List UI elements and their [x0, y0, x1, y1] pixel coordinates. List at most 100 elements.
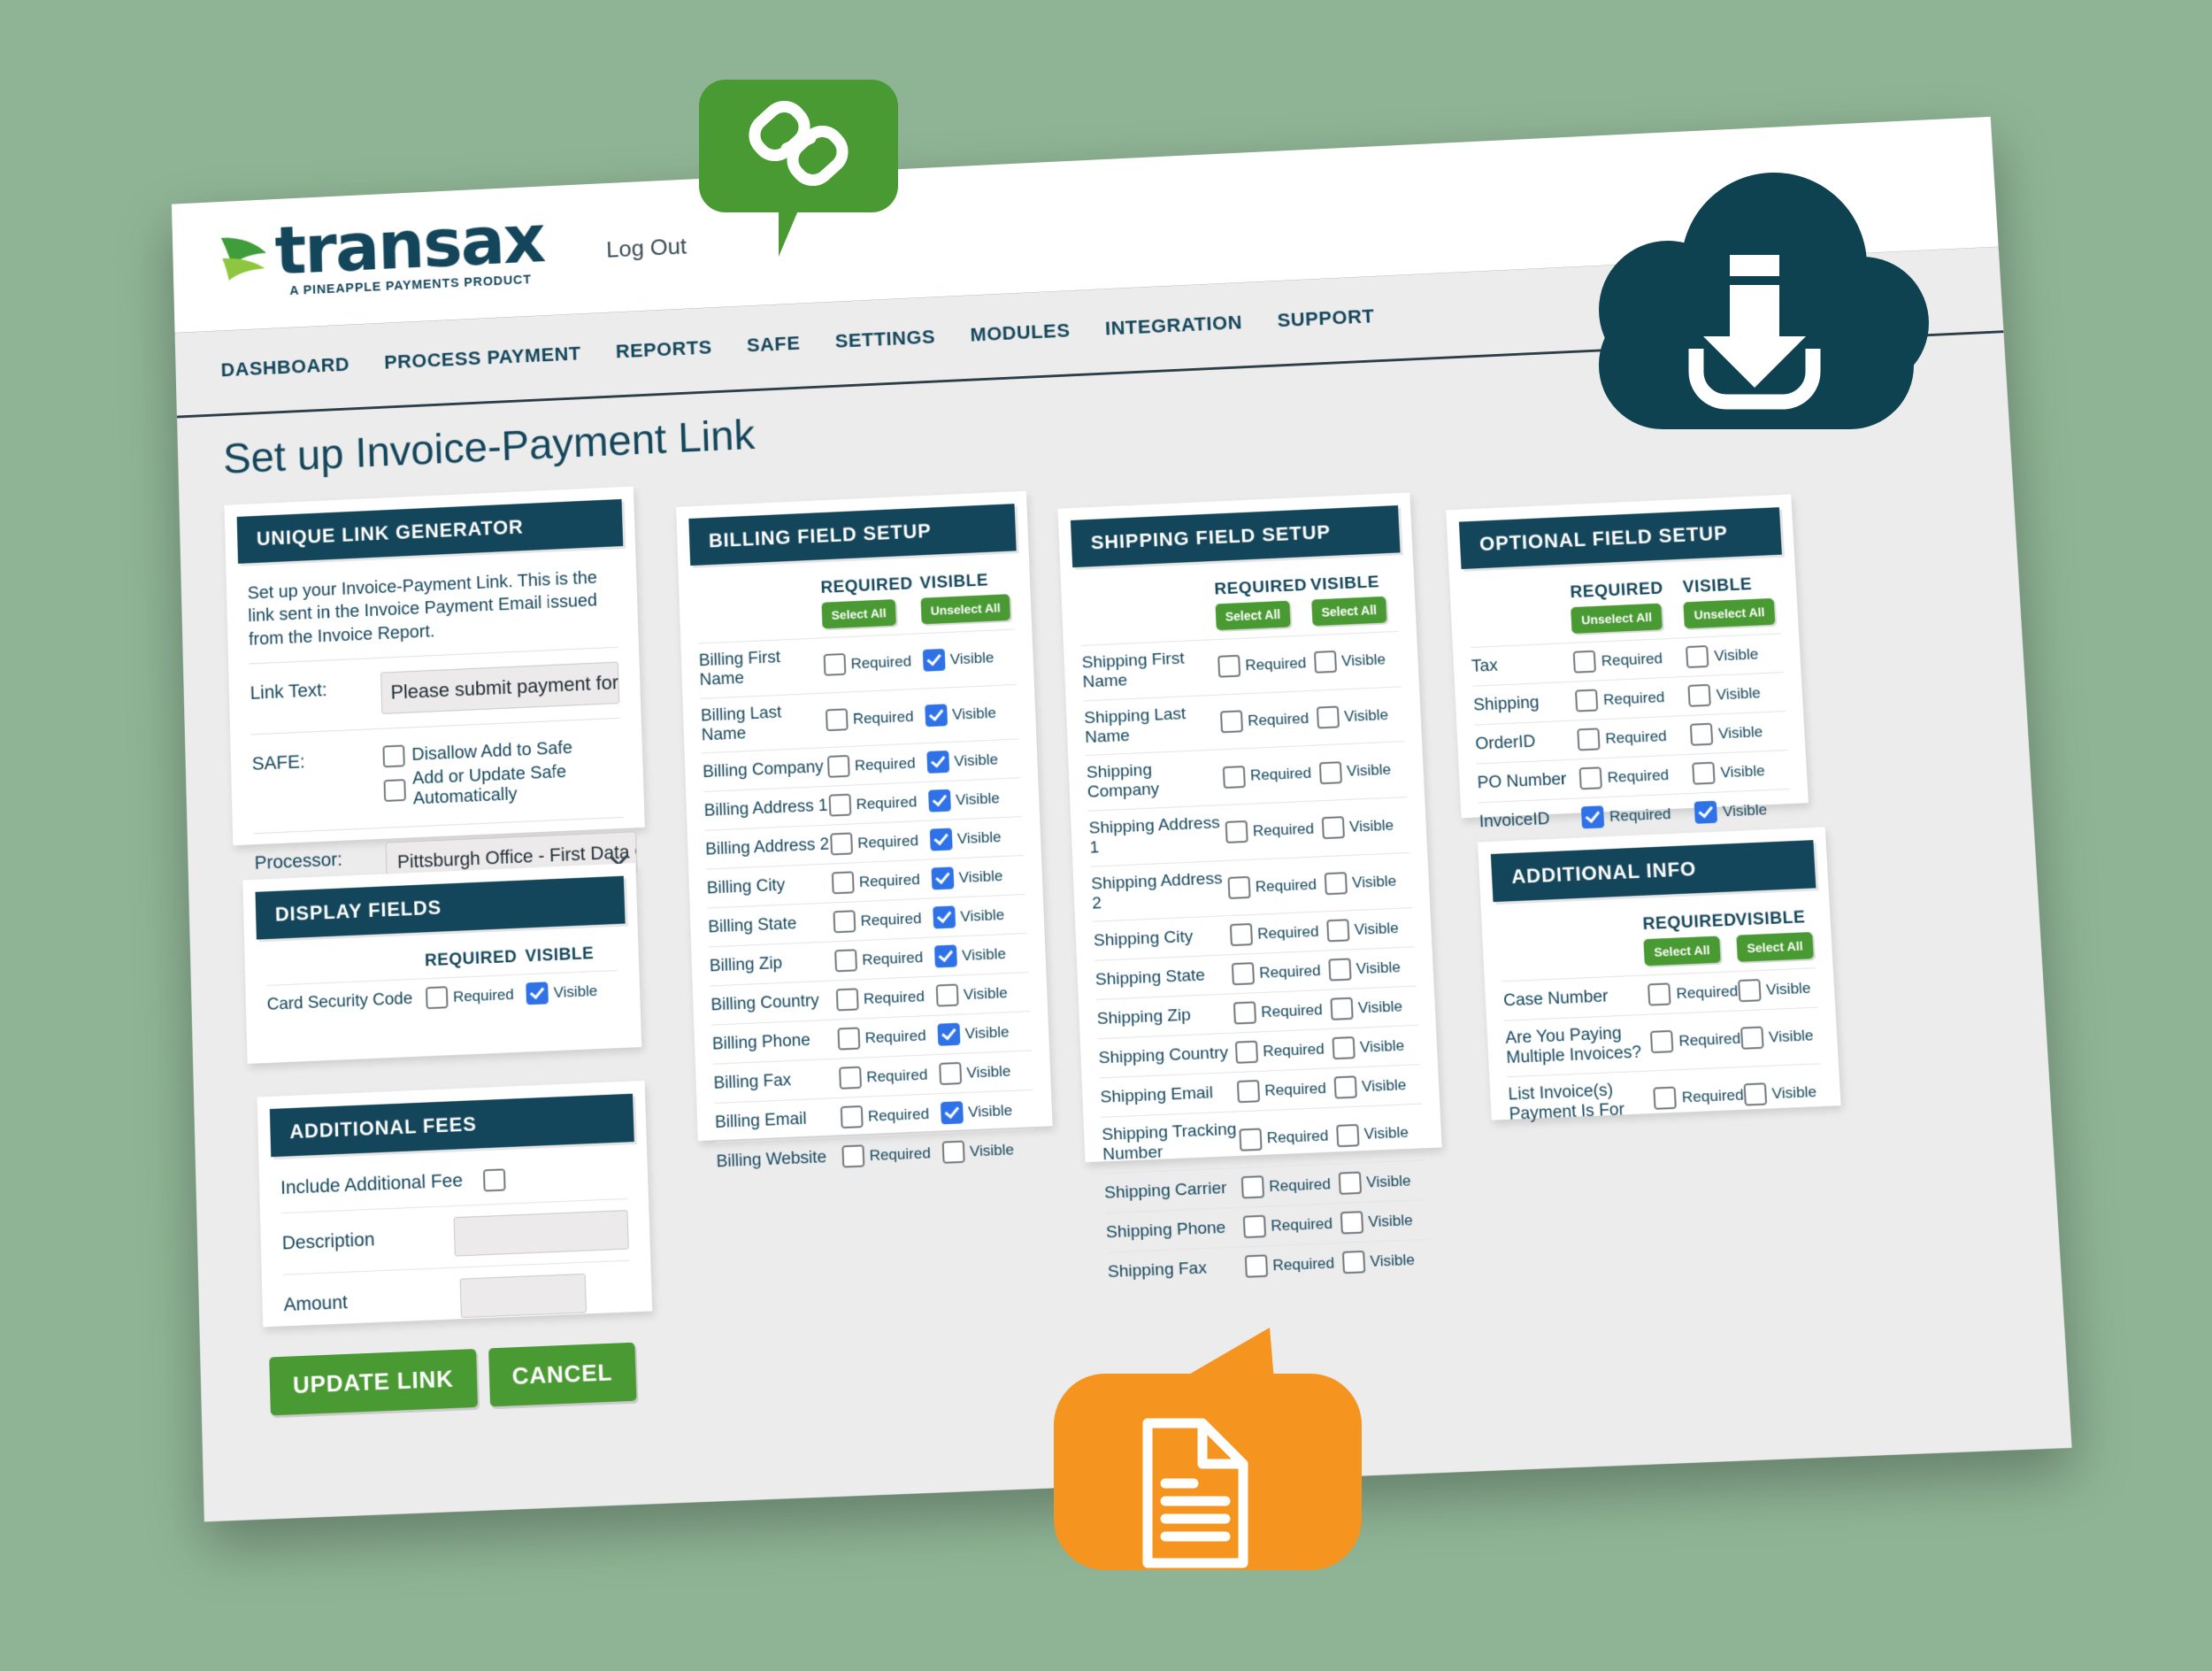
required-checkbox[interactable]	[837, 1027, 861, 1051]
visible-checkbox[interactable]	[1738, 979, 1762, 1003]
visible-checkbox[interactable]	[1330, 997, 1354, 1021]
required-checkbox[interactable]	[1231, 962, 1255, 986]
required-checkbox[interactable]	[1650, 1030, 1674, 1054]
required-checkbox[interactable]	[1573, 650, 1597, 674]
required-checkbox[interactable]	[1225, 820, 1248, 844]
required-checkbox[interactable]	[823, 653, 847, 677]
visible-checkbox[interactable]	[937, 1023, 961, 1047]
visible-checkbox[interactable]	[922, 649, 946, 673]
description-input[interactable]	[453, 1210, 629, 1257]
required-checkbox[interactable]	[1219, 710, 1243, 734]
required-checkbox[interactable]	[1222, 765, 1246, 789]
amount-input[interactable]	[459, 1273, 588, 1319]
required-checkbox[interactable]	[840, 1105, 864, 1129]
required-checkbox[interactable]	[1242, 1214, 1266, 1239]
visible-checkbox[interactable]	[940, 1101, 964, 1125]
nav-item-safe[interactable]: SAFE	[747, 332, 801, 357]
visible-checkbox[interactable]	[1740, 1026, 1764, 1051]
visible-checkbox[interactable]	[1743, 1082, 1768, 1106]
visible-checkbox[interactable]	[1333, 1075, 1357, 1100]
required-checkbox[interactable]	[1578, 766, 1603, 790]
shipping-required-select-all-button[interactable]: Select All	[1215, 600, 1291, 631]
required-checkbox[interactable]	[841, 1144, 865, 1168]
brand-logo[interactable]: transax A PINEAPPLE PAYMENTS PRODUCT	[217, 200, 545, 302]
visible-checkbox[interactable]	[1318, 760, 1342, 785]
required-checkbox[interactable]	[1575, 689, 1599, 712]
visible-checkbox[interactable]	[931, 866, 955, 890]
visible-checkbox[interactable]	[1692, 761, 1717, 785]
logout-link[interactable]: Log Out	[606, 233, 687, 263]
nav-item-support[interactable]: SUPPORT	[1277, 305, 1375, 333]
required-checkbox[interactable]	[825, 708, 849, 732]
billing-required-select-all-button[interactable]: Select All	[821, 598, 897, 629]
visible-checkbox[interactable]	[1687, 683, 1712, 707]
required-checkbox[interactable]	[835, 988, 859, 1012]
visible-checkbox[interactable]	[941, 1140, 965, 1165]
table-row: Card Security Code Required Visible	[266, 969, 619, 1024]
required-checkbox[interactable]	[1240, 1175, 1264, 1199]
visible-checkbox[interactable]	[929, 828, 953, 851]
optional-required-unselect-all-button[interactable]: Unselect All	[1571, 603, 1663, 634]
required-checkbox[interactable]	[833, 910, 856, 934]
required-checkbox[interactable]	[1227, 875, 1251, 900]
visible-checkbox[interactable]	[938, 1062, 962, 1086]
required-checkbox[interactable]	[838, 1067, 862, 1090]
required-checkbox[interactable]	[1244, 1254, 1268, 1278]
required-checkbox[interactable]	[831, 871, 855, 895]
billing-visible-unselect-all-button[interactable]: Unselect All	[920, 594, 1011, 625]
visible-checkbox[interactable]	[924, 704, 948, 728]
required-checkbox[interactable]	[1577, 728, 1601, 751]
required-checkbox[interactable]	[1653, 1086, 1678, 1110]
required-checkbox[interactable]	[1217, 655, 1240, 679]
nav-item-dashboard[interactable]: DASHBOARD	[220, 353, 349, 381]
additional-info-visible-select-all-button[interactable]: Select All	[1736, 931, 1814, 962]
required-checkbox[interactable]	[1647, 982, 1672, 1006]
visible-checkbox[interactable]	[1321, 816, 1345, 840]
required-checkbox[interactable]	[1581, 805, 1605, 829]
visible-checkbox[interactable]	[1325, 919, 1350, 943]
visible-checkbox[interactable]	[1338, 1171, 1362, 1196]
cancel-button[interactable]: CANCEL	[488, 1342, 637, 1407]
visible-checkbox[interactable]	[935, 983, 959, 1008]
link-text-input[interactable]: Please submit payment for your invo	[380, 661, 620, 715]
required-checkbox[interactable]	[1236, 1080, 1260, 1104]
visible-checkbox[interactable]	[1316, 705, 1340, 729]
safe-option-checkbox[interactable]	[382, 744, 405, 768]
optional-visible-unselect-all-button[interactable]: Unselect All	[1683, 597, 1776, 629]
visible-checkbox[interactable]	[1340, 1211, 1363, 1235]
visible-checkbox[interactable]	[927, 789, 951, 813]
required-checkbox[interactable]	[425, 986, 449, 1010]
visible-checkbox[interactable]	[1335, 1123, 1360, 1148]
visible-checkbox[interactable]	[933, 944, 957, 968]
visible-checkbox[interactable]	[926, 751, 949, 774]
update-link-button[interactable]: UPDATE LINK	[269, 1348, 478, 1416]
required-checkbox[interactable]	[826, 755, 850, 779]
visible-checkbox[interactable]	[1313, 651, 1337, 674]
required-checkbox[interactable]	[1234, 1041, 1258, 1065]
additional-info-required-select-all-button[interactable]: Select All	[1643, 936, 1721, 966]
required-checkbox[interactable]	[1233, 1001, 1256, 1026]
required-checkbox[interactable]	[828, 794, 852, 818]
visible-checkbox[interactable]	[526, 982, 549, 1005]
safe-option-checkbox[interactable]	[383, 778, 406, 802]
nav-item-integration[interactable]: INTEGRATION	[1104, 312, 1242, 341]
visible-checkbox[interactable]	[1328, 958, 1352, 982]
visible-checkbox[interactable]	[932, 905, 956, 929]
required-checkbox[interactable]	[833, 949, 857, 973]
required-checkbox[interactable]	[1239, 1128, 1263, 1151]
safe-option-1[interactable]: Add or Update Safe Automatically	[383, 760, 623, 812]
visible-checkbox[interactable]	[1690, 722, 1714, 746]
visible-checkbox[interactable]	[1332, 1036, 1356, 1060]
visible-checkbox[interactable]	[1324, 872, 1348, 896]
required-checkbox[interactable]	[829, 832, 853, 856]
include-additional-fee-checkbox[interactable]	[482, 1168, 506, 1192]
visible-checkbox[interactable]	[1694, 800, 1718, 824]
nav-item-modules[interactable]: MODULES	[970, 320, 1071, 347]
required-checkbox[interactable]	[1229, 923, 1253, 947]
visible-checkbox[interactable]	[1341, 1250, 1366, 1274]
shipping-visible-select-all-button[interactable]: Select All	[1310, 596, 1387, 627]
visible-checkbox[interactable]	[1686, 644, 1709, 669]
nav-item-reports[interactable]: REPORTS	[616, 336, 713, 363]
nav-item-settings[interactable]: SETTINGS	[834, 326, 935, 353]
nav-item-process-payment[interactable]: PROCESS PAYMENT	[384, 343, 581, 374]
